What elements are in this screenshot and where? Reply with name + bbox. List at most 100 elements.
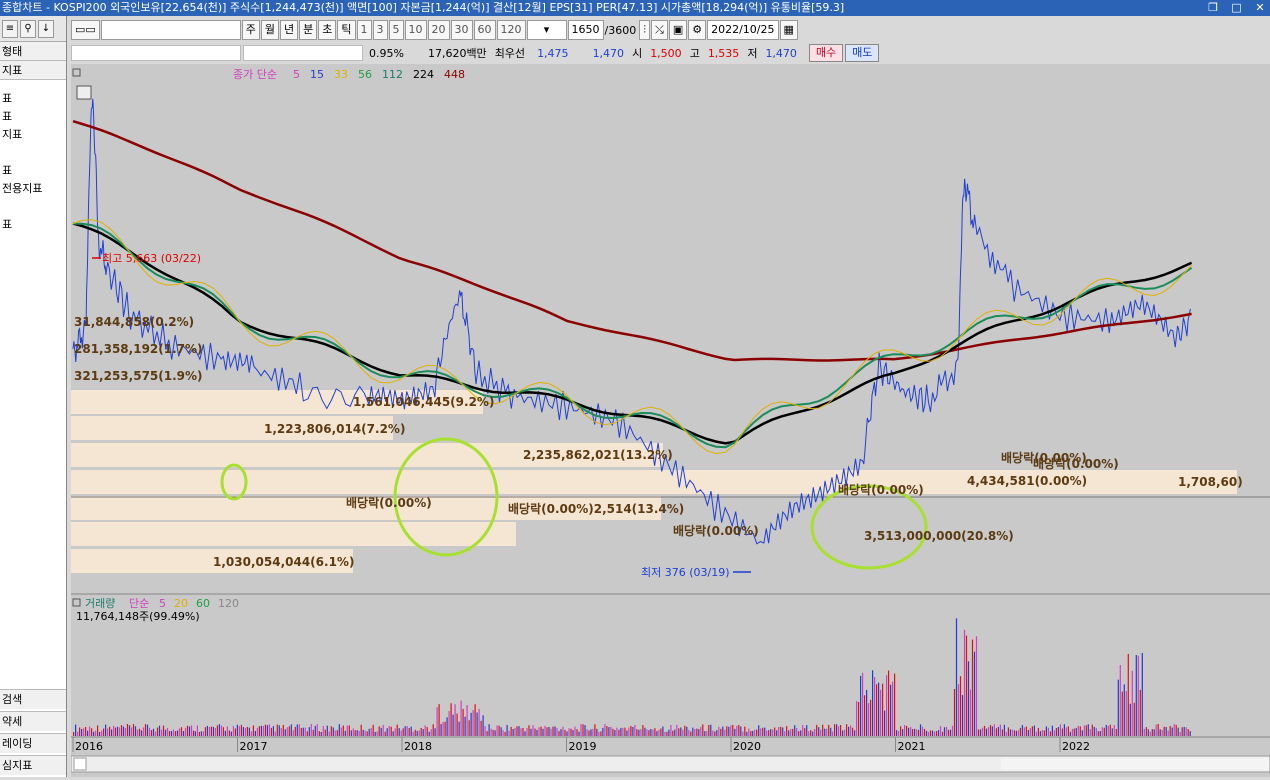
layout-icon[interactable]: ▭▭ (71, 20, 100, 40)
volume-bar (410, 726, 412, 736)
volume-bar (1007, 727, 1009, 736)
volume-bar (111, 729, 113, 736)
left-panel-header-indicator[interactable]: 지표 (0, 61, 66, 80)
download-icon[interactable]: ↓ (38, 19, 54, 38)
volume-bar (604, 724, 606, 736)
volume-bar (856, 701, 858, 736)
left-panel-item[interactable]: 지표 (0, 126, 66, 144)
period-second[interactable]: 초 (318, 20, 337, 40)
volume-bar (1079, 726, 1081, 736)
interval-5[interactable]: 5 (388, 20, 404, 40)
volume-bar (103, 728, 105, 736)
stock-selector[interactable] (100, 20, 241, 40)
left-panel-item[interactable] (0, 198, 66, 216)
volume-bar (244, 727, 246, 736)
gear-icon[interactable]: ⚙ (688, 20, 707, 40)
period-minute[interactable]: 분 (299, 20, 318, 40)
volume-bar (540, 726, 542, 736)
left-panel-bottom-3[interactable]: 레이딩 (0, 733, 66, 753)
volume-bar (921, 726, 924, 736)
interval-60[interactable]: 60 (473, 20, 496, 40)
left-panel-item[interactable]: 표 (0, 216, 66, 234)
volume-bar (913, 728, 916, 736)
period-year[interactable]: 년 (280, 20, 299, 40)
high-label: 고 (689, 47, 700, 60)
interval-10[interactable]: 10 (404, 20, 427, 40)
volume-bar (428, 731, 430, 736)
left-panel: ≡ ⚲ ↓ 형태 지표 표 표 지표 표 전용지표 표 검색 약세 레이딩 심지표 (0, 16, 67, 777)
volume-bar (1097, 731, 1099, 736)
period-week[interactable]: 주 (241, 20, 260, 40)
volume-bar (107, 728, 109, 736)
left-panel-item[interactable]: 전용지표 (0, 180, 66, 198)
count-input[interactable]: 1650 (567, 20, 604, 40)
calendar-icon[interactable]: ▦ (779, 20, 798, 40)
volume-bar (274, 731, 276, 736)
volume-bar (674, 729, 676, 736)
high-price-annotation: 최고 5,663 (03/22) (102, 252, 201, 265)
volume-bar (712, 730, 714, 736)
price-chart-svg[interactable]: 31,844,858(0.2%) 281,358,192(1.7%) 321,253… (70, 64, 1270, 777)
ma-period-label: 56 (358, 68, 372, 81)
window-restore-icon[interactable]: ❐ (1207, 0, 1219, 16)
interval-20[interactable]: 20 (427, 20, 450, 40)
left-panel-bottom-1[interactable]: 검색 (0, 689, 66, 709)
left-panel-item[interactable]: 표 (0, 90, 66, 108)
period-tick[interactable]: 틱 (337, 20, 356, 40)
volume-bar (951, 725, 954, 736)
volume-bar (560, 729, 562, 736)
interval-120[interactable]: 120 (496, 20, 526, 40)
volume-bar (772, 729, 774, 736)
volume-bar (1017, 730, 1019, 736)
period-month[interactable]: 월 (260, 20, 280, 40)
volume-bar (945, 726, 948, 736)
buy-button[interactable]: 매수 (808, 44, 844, 62)
volume-bar (1051, 725, 1053, 736)
volume-bar (508, 730, 510, 736)
save-icon[interactable]: ▣ (668, 20, 688, 40)
high-price: 1,535 (707, 46, 740, 60)
volume-bar (866, 689, 868, 736)
left-panel-item[interactable] (0, 144, 66, 162)
left-panel-bottom-2[interactable]: 약세 (0, 711, 66, 731)
volume-bar (704, 731, 706, 736)
volume-bar (230, 731, 232, 736)
left-panel-header-shape[interactable]: 형태 (0, 42, 66, 61)
list-icon[interactable]: ≡ (2, 19, 18, 38)
volume-bar (512, 729, 514, 736)
volume-profile-label: 1,030,054,044(6.1%) (213, 555, 354, 569)
volume-bar (208, 727, 210, 736)
candle-icon[interactable]: ⫶ (639, 20, 650, 40)
volume-bar (1157, 724, 1159, 736)
date-input[interactable]: 2022/10/25 (707, 20, 779, 40)
volume-bar (364, 730, 366, 736)
left-panel-item[interactable]: 표 (0, 108, 66, 126)
window-maximize-icon[interactable]: □ (1231, 0, 1243, 16)
volume-bar (276, 724, 278, 736)
sell-button[interactable]: 매도 (845, 44, 880, 62)
left-panel-item[interactable]: 표 (0, 162, 66, 180)
volume-bar (1027, 730, 1029, 736)
search-icon[interactable]: ⚲ (20, 19, 36, 38)
volume-bar (1055, 728, 1057, 736)
volume-bar (1023, 727, 1025, 736)
volume-bar (608, 727, 610, 736)
volume-bar (906, 725, 908, 736)
interval-3[interactable]: 3 (372, 20, 388, 40)
volume-bar (306, 731, 308, 736)
interval-dropdown[interactable]: ▾ (526, 20, 567, 40)
volume-bar (386, 728, 388, 736)
volume-bar (480, 720, 482, 736)
volume-bar (742, 731, 744, 736)
volume-bar (768, 730, 770, 736)
interval-30[interactable]: 30 (450, 20, 473, 40)
interval-1[interactable]: 1 (356, 20, 372, 40)
window-close-icon[interactable]: ✕ (1254, 0, 1266, 16)
trend-icon[interactable]: ⤯ (651, 20, 668, 40)
left-panel-bottom-4[interactable]: 심지표 (0, 755, 66, 775)
volume-bar (286, 727, 288, 736)
volume-bar (392, 731, 394, 736)
volume-bar (584, 725, 586, 736)
chart-area[interactable]: 31,844,858(0.2%) 281,358,192(1.7%) 321,253… (70, 64, 1270, 777)
volume-ma-label: 5 (159, 597, 166, 610)
